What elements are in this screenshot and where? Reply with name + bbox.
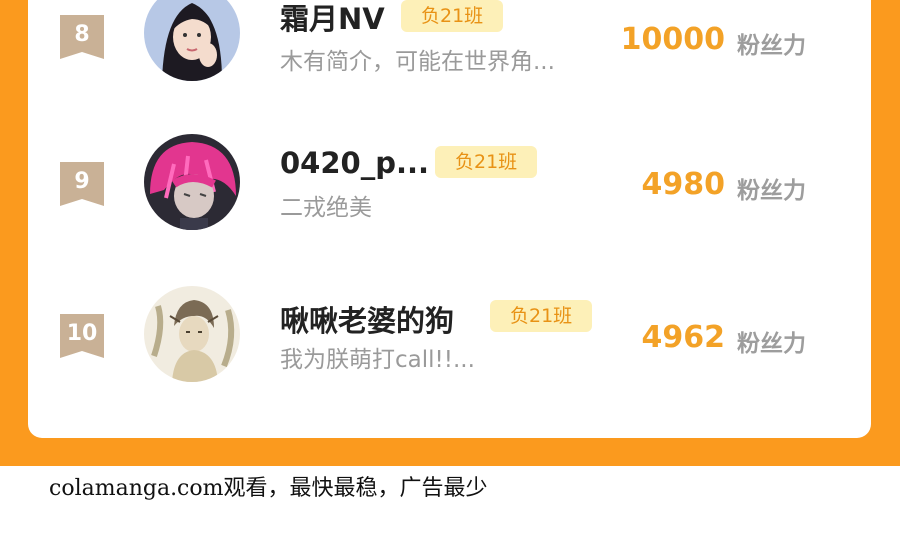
sketch-character-avatar-icon (144, 286, 240, 382)
girl-portrait-avatar-icon (144, 0, 240, 81)
class-badge: 负21班 (490, 300, 593, 332)
fan-score-unit: 粉丝力 (737, 178, 806, 204)
user-avatar[interactable] (144, 286, 240, 382)
pink-hair-anime-avatar-icon (144, 134, 240, 230)
fan-score-unit: 粉丝力 (737, 33, 806, 59)
user-bio: 木有简介，可能在世界角... (280, 49, 555, 75)
ranking-row[interactable]: 8 霜月NV 负21班 木有简介，可能在世界角... 10000 粉丝力 (28, 0, 871, 81)
fan-score: 4962 (641, 320, 726, 355)
rank-badge: 9 (60, 162, 104, 206)
ranking-card: 8 霜月NV 负21班 木有简介，可能在世界角... 10000 粉丝力 9 0… (28, 0, 871, 438)
rank-badge: 8 (60, 15, 104, 59)
site-watermark: colamanga.com观看，最快最稳，广告最少 (49, 476, 488, 501)
user-bio: 二戎绝美 (280, 195, 372, 221)
ranking-row[interactable]: 10 啾啾老婆的狗 负21班 我为朕萌打call!!... 4962 粉丝力 (28, 278, 871, 388)
fan-score: 10000 (620, 22, 725, 57)
fan-score-unit: 粉丝力 (737, 331, 806, 357)
class-badge: 负21班 (401, 0, 504, 32)
fan-score: 4980 (641, 167, 726, 202)
user-name[interactable]: 霜月NV (280, 0, 385, 38)
user-bio: 我为朕萌打call!!... (280, 347, 475, 373)
ranking-row[interactable]: 9 0420_p... 负21班 二戎绝美 4980 粉丝力 (28, 124, 871, 234)
user-name[interactable]: 0420_p... (280, 146, 429, 180)
user-avatar[interactable] (144, 0, 240, 81)
rank-badge: 10 (60, 314, 104, 358)
user-avatar[interactable] (144, 134, 240, 230)
class-badge: 负21班 (435, 146, 538, 178)
user-name[interactable]: 啾啾老婆的狗 (280, 298, 454, 340)
